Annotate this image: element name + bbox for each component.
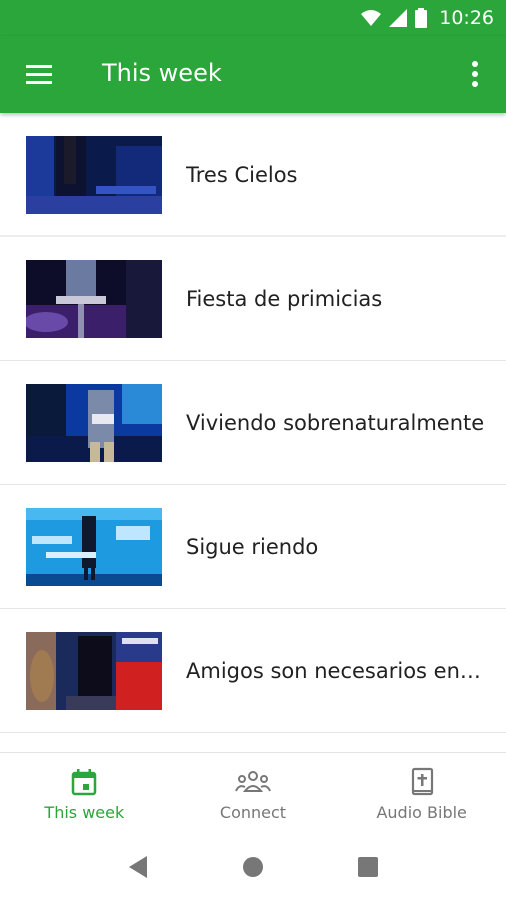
item-title: Viviendo sobrenaturalmente: [186, 411, 485, 435]
menu-button[interactable]: [22, 61, 58, 89]
system-navigation-bar: [0, 834, 506, 900]
wifi-icon: [361, 10, 382, 26]
thumbnail-image: [26, 508, 162, 586]
nav-label: Audio Bible: [376, 803, 467, 822]
home-circle-icon: [242, 857, 263, 877]
thumbnail-image: [26, 136, 162, 214]
list-item[interactable]: Amigos son necesarios en la vida: [0, 609, 506, 733]
battery-icon: [415, 8, 428, 28]
thumbnail-image: [26, 632, 162, 710]
hamburger-menu-icon: [26, 65, 52, 84]
thumbnail-image: [26, 384, 162, 462]
list-item[interactable]: Tres Cielos: [0, 113, 506, 237]
back-button[interactable]: [123, 852, 153, 882]
status-time: 10:26: [439, 7, 494, 29]
nav-this-week[interactable]: This week: [0, 753, 169, 834]
item-title: Sigue riendo: [186, 535, 319, 559]
group-icon: [235, 771, 271, 792]
item-title: Fiesta de primicias: [186, 287, 383, 311]
item-title: Amigos son necesarios en la vida: [186, 659, 486, 683]
nav-label: This week: [44, 803, 125, 822]
cell-signal-icon: [389, 9, 408, 27]
list-item[interactable]: Sigue riendo: [0, 485, 506, 609]
back-triangle-icon: [128, 856, 147, 878]
more-vert-icon: [472, 61, 478, 87]
home-button[interactable]: [238, 852, 268, 882]
thumbnail-image: [26, 260, 162, 338]
nav-connect[interactable]: Connect: [169, 753, 338, 834]
list-item[interactable]: Viviendo sobrenaturalmente: [0, 361, 506, 485]
list-item[interactable]: [0, 733, 506, 753]
bottom-navigation: This week Connect Audio Bible: [0, 752, 506, 834]
list-item[interactable]: Fiesta de primicias: [0, 237, 506, 361]
sermon-list: Tres Cielos Fiesta de primicias Viviendo…: [0, 113, 506, 753]
app-bar: This week: [0, 36, 506, 113]
item-title: Tres Cielos: [186, 163, 298, 187]
recents-button[interactable]: [353, 852, 383, 882]
nav-audio-bible[interactable]: Audio Bible: [337, 753, 506, 834]
calendar-icon: [72, 769, 97, 796]
overflow-menu-button[interactable]: [462, 58, 488, 92]
page-title: This week: [102, 59, 222, 87]
recents-square-icon: [358, 857, 379, 877]
bible-icon: [411, 767, 433, 796]
status-bar: 10:26: [0, 0, 506, 36]
nav-label: Connect: [219, 803, 287, 822]
